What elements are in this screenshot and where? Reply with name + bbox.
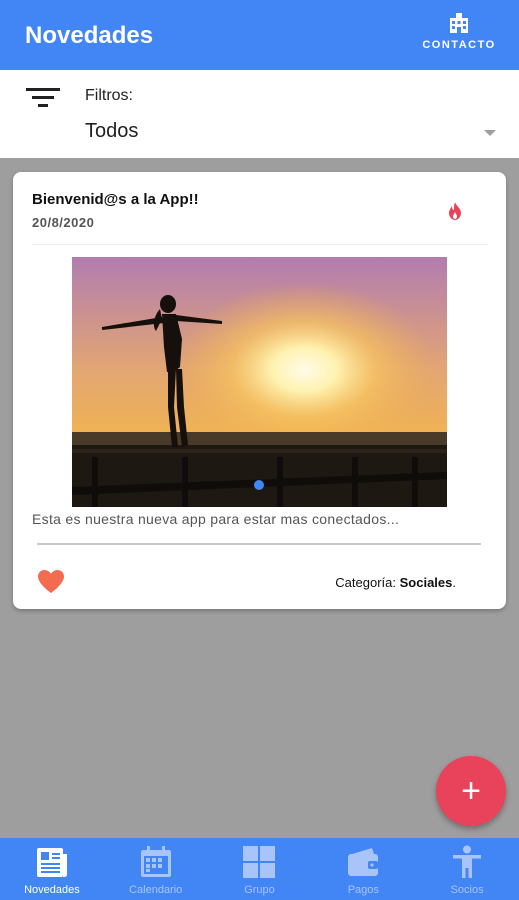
filter-icon[interactable] <box>26 86 60 110</box>
nav-item-grupo[interactable]: Grupo <box>208 838 312 900</box>
category-label: Categoría: <box>335 575 396 590</box>
person-icon <box>453 845 482 878</box>
nav-item-pagos[interactable]: Pagos <box>311 838 415 900</box>
news-card[interactable]: Bienvenid@s a la App!! 20/8/2020 Esta es… <box>13 172 506 609</box>
page-title: Novedades <box>25 22 154 49</box>
plus-icon: + <box>461 772 481 810</box>
news-category: Categoría: Sociales. <box>335 575 456 590</box>
add-news-button[interactable]: + <box>436 756 506 826</box>
category-value: Sociales <box>399 575 453 590</box>
news-date: 20/8/2020 <box>32 215 95 230</box>
sunset-silhouette-image <box>72 257 447 507</box>
nav-label-grupo: Grupo <box>244 884 275 896</box>
fire-icon <box>449 202 461 220</box>
app-bar: Novedades CONTACTO <box>0 0 519 70</box>
building-icon <box>450 13 468 33</box>
heart-icon[interactable] <box>38 570 64 593</box>
contact-button[interactable]: CONTACTO <box>417 12 501 60</box>
nav-item-calendario[interactable]: Calendario <box>104 838 208 900</box>
filters-bar: Filtros: Todos <box>0 70 519 158</box>
nav-label-novedades: Novedades <box>24 884 80 896</box>
news-image[interactable] <box>72 257 447 507</box>
news-excerpt: Esta es nuestra nueva app para estar mas… <box>32 511 400 527</box>
card-separator <box>37 543 481 545</box>
nav-label-calendario: Calendario <box>129 884 183 896</box>
nav-label-socios: Socios <box>450 884 484 896</box>
filter-dropdown[interactable]: Todos <box>85 120 500 150</box>
nav-item-novedades[interactable]: Novedades <box>0 838 104 900</box>
dropdown-arrow-icon <box>484 130 496 136</box>
nav-item-socios[interactable]: Socios <box>415 838 519 900</box>
filter-selected-value: Todos <box>85 120 139 142</box>
filters-label: Filtros: <box>85 87 133 104</box>
carousel-indicator[interactable] <box>254 480 264 490</box>
calendar-icon <box>140 846 171 877</box>
newspaper-icon <box>36 848 67 877</box>
category-suffix: . <box>452 575 456 590</box>
bottom-navigation: Novedades Calendario Grupo Pagos Socios <box>0 838 519 900</box>
card-divider <box>32 244 488 245</box>
nav-label-pagos: Pagos <box>347 884 379 896</box>
grid-icon <box>243 846 276 878</box>
contact-label: CONTACTO <box>422 39 496 51</box>
news-feed: Bienvenid@s a la App!! 20/8/2020 Esta es… <box>0 158 519 838</box>
wallet-icon <box>348 848 379 876</box>
news-title: Bienvenid@s a la App!! <box>32 191 199 208</box>
